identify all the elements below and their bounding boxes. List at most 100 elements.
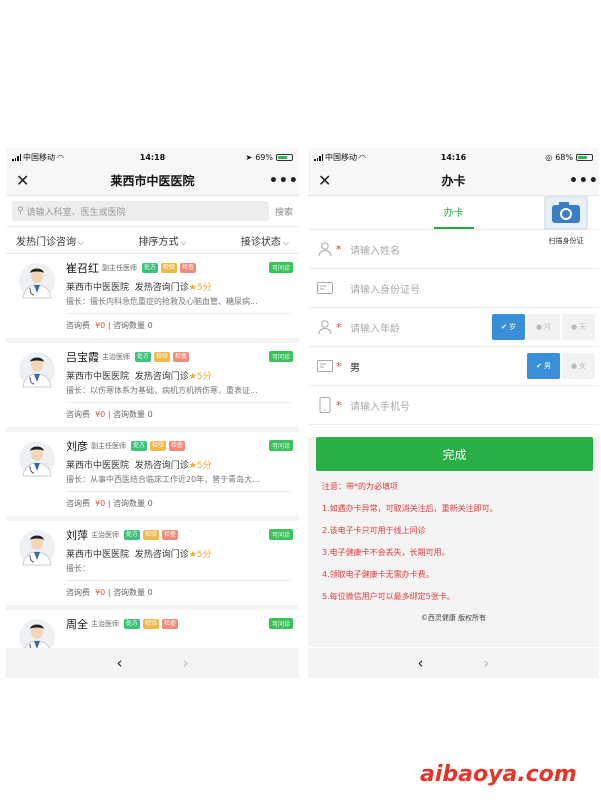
count-value: 0 [147, 321, 153, 330]
nav-bar: ✕ 莱西市中医医院 ••• [6, 166, 299, 196]
required-mark: * [336, 359, 342, 373]
page-title: 莱西市中医医院 [110, 174, 195, 188]
age-unit-month[interactable]: ● 月 [527, 314, 560, 340]
age-field[interactable]: * 请输入年龄 ✔ 岁 ● 月 ● 天 [308, 308, 599, 347]
wifi-icon: ◠ [359, 152, 366, 162]
online-badge: 可问诊 [268, 529, 293, 540]
fee-label: 咨询费 [66, 499, 90, 508]
hospital-name: 莱西市中医医院 [66, 461, 130, 471]
tab-apply-card[interactable]: 办卡 [433, 196, 474, 229]
forward-icon[interactable]: › [484, 654, 490, 672]
doctor-title: 副主任医师 [91, 442, 126, 450]
search-button[interactable]: 搜索 [275, 205, 293, 218]
tag-lab: 检验 [150, 441, 167, 451]
left-screen: 中国移动 ◠ 14:18 ➤ 69% ✕ 莱西市中医医院 ••• ⚲ 请输入科室… [6, 148, 299, 678]
hospital-name: 莱西市中医医院 [66, 372, 130, 382]
rating: 5分 [196, 461, 212, 471]
notes-heading: 注意：带*的为必填项 [322, 482, 398, 491]
doctor-skill: 擅长：以伤寒体系为基础，病机方机辨伤寒，重表证... [66, 385, 291, 403]
status-time: 14:18 [139, 152, 166, 162]
id-card-icon [316, 279, 334, 297]
copyright: ©西灵健康 版权所有 [420, 614, 487, 622]
id-field[interactable]: 请输入身份证号 [308, 269, 599, 308]
page-title: 办卡 [441, 174, 466, 188]
nav-bar: ✕ 办卡 ••• [308, 166, 599, 196]
chevron-down-icon: ⌵ [282, 237, 289, 247]
filter-sort[interactable]: 排序方式 ⌵ [138, 233, 186, 248]
lock-icon: ◎ [545, 152, 553, 162]
signal-icon [12, 153, 21, 161]
doctor-skill: 擅长： [66, 563, 291, 581]
status-bar: 中国移动 ◠ 14:18 ➤ 69% [6, 148, 299, 166]
star-icon: ★ [188, 461, 197, 471]
doctor-title: 主治医师 [102, 353, 130, 361]
age-unit-year[interactable]: ✔ 岁 [492, 314, 525, 340]
note-3: 3.电子健康卡不会丢失，长期可用。 [322, 548, 450, 557]
note-2: 2.该电子卡只可用于线上问诊 [322, 526, 426, 535]
phone-field[interactable]: * 请输入手机号 [308, 386, 599, 425]
gender-field[interactable]: * 男 ✔ 男 ● 女 [308, 347, 599, 386]
hospital-name: 莱西市中医医院 [66, 550, 130, 560]
star-icon: ★ [188, 283, 197, 293]
pager: ‹ › [6, 648, 299, 678]
name-placeholder: 请输入姓名 [350, 245, 400, 257]
close-icon[interactable]: ✕ [16, 171, 36, 190]
tag-prescription: 处方 [124, 619, 141, 629]
tag-exam: 检查 [169, 441, 186, 451]
doctor-title: 主治医师 [91, 531, 119, 539]
star-icon: ★ [188, 550, 197, 560]
back-icon[interactable]: ‹ [117, 654, 123, 672]
filter-fever[interactable]: 发热门诊咨询 ⌵ [16, 233, 84, 248]
battery-percent: 68% [555, 152, 573, 162]
doctor-card[interactable]: 刘彦 副主任医师 处方 检验 检查 可问诊 莱西市中医医院 发热咨询门诊★5分 擅长：从事中西… [6, 432, 299, 516]
chevron-down-icon: ⌵ [180, 237, 187, 247]
close-icon[interactable]: ✕ [318, 171, 338, 190]
right-screen: 中国移动 ◠ 14:16 ◎ 68% ✕ 办卡 ••• 办卡 * 请输入姓名 请… [308, 148, 599, 678]
avatar [18, 262, 56, 300]
tag-lab: 检验 [161, 263, 178, 273]
doctor-title: 副主任医师 [102, 264, 137, 272]
count-value: 0 [147, 588, 153, 597]
count-value: 0 [147, 410, 153, 419]
note-1: 1.如遇办卡异常，可取消关注后，重新关注即可。 [322, 504, 498, 513]
required-mark: * [336, 398, 342, 412]
fee-value: ¥0 [95, 588, 106, 597]
service-name: 发热咨询门诊 [134, 550, 189, 560]
tag-lab: 检验 [154, 352, 171, 362]
more-icon[interactable]: ••• [569, 173, 598, 189]
avatar [18, 351, 56, 389]
gender-male[interactable]: ✔ 男 [527, 353, 560, 379]
phone-placeholder: 请输入手机号 [350, 401, 410, 413]
chevron-down-icon: ⌵ [78, 237, 85, 247]
more-icon[interactable]: ••• [269, 173, 298, 189]
doctor-skill: 擅长：从事中西医结合临床工作近20年，曾于青岛大... [66, 474, 291, 492]
notes: 注意：带*的为必填项 1.如遇办卡异常，可取消关注后，重新关注即可。 2.该电子… [308, 471, 599, 623]
service-name: 发热咨询门诊 [134, 372, 189, 382]
phone-icon [316, 396, 334, 414]
doctor-skill: 擅长：擅长内科急危重症的抢救及心脑血管、糖尿病... [66, 296, 291, 314]
count-value: 0 [147, 499, 153, 508]
count-label: 咨询数量 [113, 410, 146, 419]
age-unit-day[interactable]: ● 天 [562, 314, 595, 340]
doctor-card[interactable]: 吕宝霞 主治医师 处方 检验 检查 可问诊 莱西市中医医院 发热咨询门诊★5分 擅长：以伤寒体… [6, 343, 299, 427]
scan-id-button[interactable]: 扫描身份证 [537, 196, 595, 246]
carrier: 中国移动 [325, 152, 357, 162]
search-input[interactable]: ⚲ 请输入科室、医生或医院 [12, 201, 269, 221]
filter-status[interactable]: 接诊状态 ⌵ [241, 233, 289, 248]
forward-icon[interactable]: › [183, 654, 189, 672]
avatar [18, 529, 56, 567]
battery-icon [276, 153, 293, 161]
gender-female[interactable]: ● 女 [562, 353, 595, 379]
rating: 5分 [196, 372, 212, 382]
star-icon: ★ [188, 372, 197, 382]
check-icon: ✔ [501, 323, 507, 331]
online-badge: 可问诊 [268, 351, 293, 362]
doctor-card[interactable]: 崔召红 副主任医师 处方 检验 检查 可问诊 莱西市中医医院 发热咨询门诊★5分 擅长：擅长内… [6, 254, 299, 338]
back-icon[interactable]: ‹ [418, 654, 424, 672]
tag-exam: 检查 [162, 619, 179, 629]
search-row: ⚲ 请输入科室、医生或医院 搜索 [6, 196, 299, 226]
doctor-card[interactable]: 刘萍 主治医师 处方 检验 检查 可问诊 莱西市中医医院 发热咨询门诊★5分 擅长： 咨询费 ¥… [6, 521, 299, 605]
tag-lab: 检验 [143, 530, 160, 540]
tag-exam: 检查 [180, 263, 197, 273]
submit-button[interactable]: 完成 [316, 437, 593, 471]
